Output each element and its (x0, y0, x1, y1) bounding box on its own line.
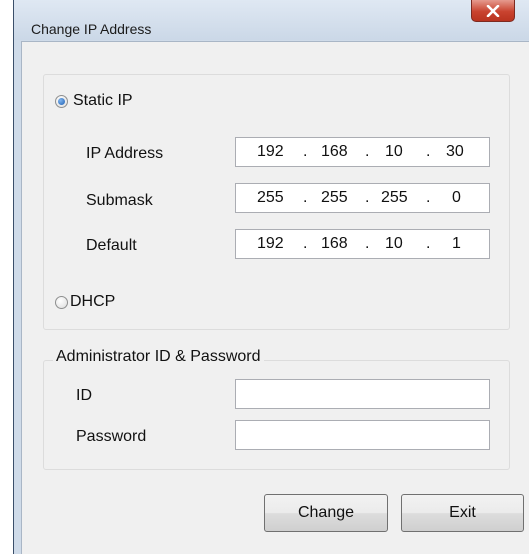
dhcp-radio[interactable] (55, 296, 68, 309)
id-label: ID (76, 387, 92, 404)
gateway-dot-3: . (426, 235, 431, 252)
gateway-octet-2: 168 (321, 235, 348, 252)
submask-octet-2: 255 (321, 189, 348, 206)
ip-address-label: IP Address (86, 145, 164, 162)
submask-label: Submask (86, 192, 153, 209)
gateway-octet-1: 192 (257, 235, 284, 252)
close-x-icon (486, 4, 500, 17)
static-ip-radio[interactable] (55, 95, 68, 108)
submask-input[interactable]: 255 . 255 . 255 . 0 (235, 183, 490, 213)
password-label: Password (76, 428, 147, 445)
ip-octet-3: 10 (385, 143, 403, 160)
submask-dot-3: . (426, 189, 431, 206)
id-input[interactable] (235, 379, 490, 409)
submask-dot-2: . (365, 189, 370, 206)
default-gateway-input[interactable]: 192 . 168 . 10 . 1 (235, 229, 490, 259)
admin-credentials-group (43, 360, 510, 470)
change-button[interactable]: Change (264, 494, 388, 532)
ip-dot-2: . (365, 143, 370, 160)
gateway-dot-1: . (303, 235, 308, 252)
submask-dot-1: . (303, 189, 308, 206)
default-gateway-label: Default (86, 237, 137, 254)
ip-dot-3: . (426, 143, 431, 160)
submask-octet-4: 0 (452, 189, 461, 206)
gateway-octet-4: 1 (452, 235, 461, 252)
ip-address-input[interactable]: 192 . 168 . 10 . 30 (235, 137, 490, 167)
close-button[interactable] (471, 0, 515, 22)
change-button-label: Change (297, 504, 355, 521)
gateway-dot-2: . (365, 235, 370, 252)
gateway-octet-3: 10 (385, 235, 403, 252)
exit-button-label: Exit (449, 504, 476, 521)
window-title: Change IP Address (31, 21, 152, 37)
title-bar: Change IP Address (14, 0, 529, 40)
submask-octet-1: 255 (257, 189, 284, 206)
ip-octet-2: 168 (321, 143, 348, 160)
dhcp-label: DHCP (70, 293, 116, 310)
admin-group-legend: Administrator ID & Password (53, 348, 264, 366)
password-input[interactable] (235, 420, 490, 450)
ip-octet-1: 192 (257, 143, 284, 160)
submask-octet-3: 255 (381, 189, 408, 206)
ip-dot-1: . (303, 143, 308, 160)
ip-octet-4: 30 (446, 143, 464, 160)
exit-button[interactable]: Exit (401, 494, 524, 532)
static-ip-label: Static IP (73, 92, 133, 109)
radio-selected-icon (58, 98, 65, 105)
